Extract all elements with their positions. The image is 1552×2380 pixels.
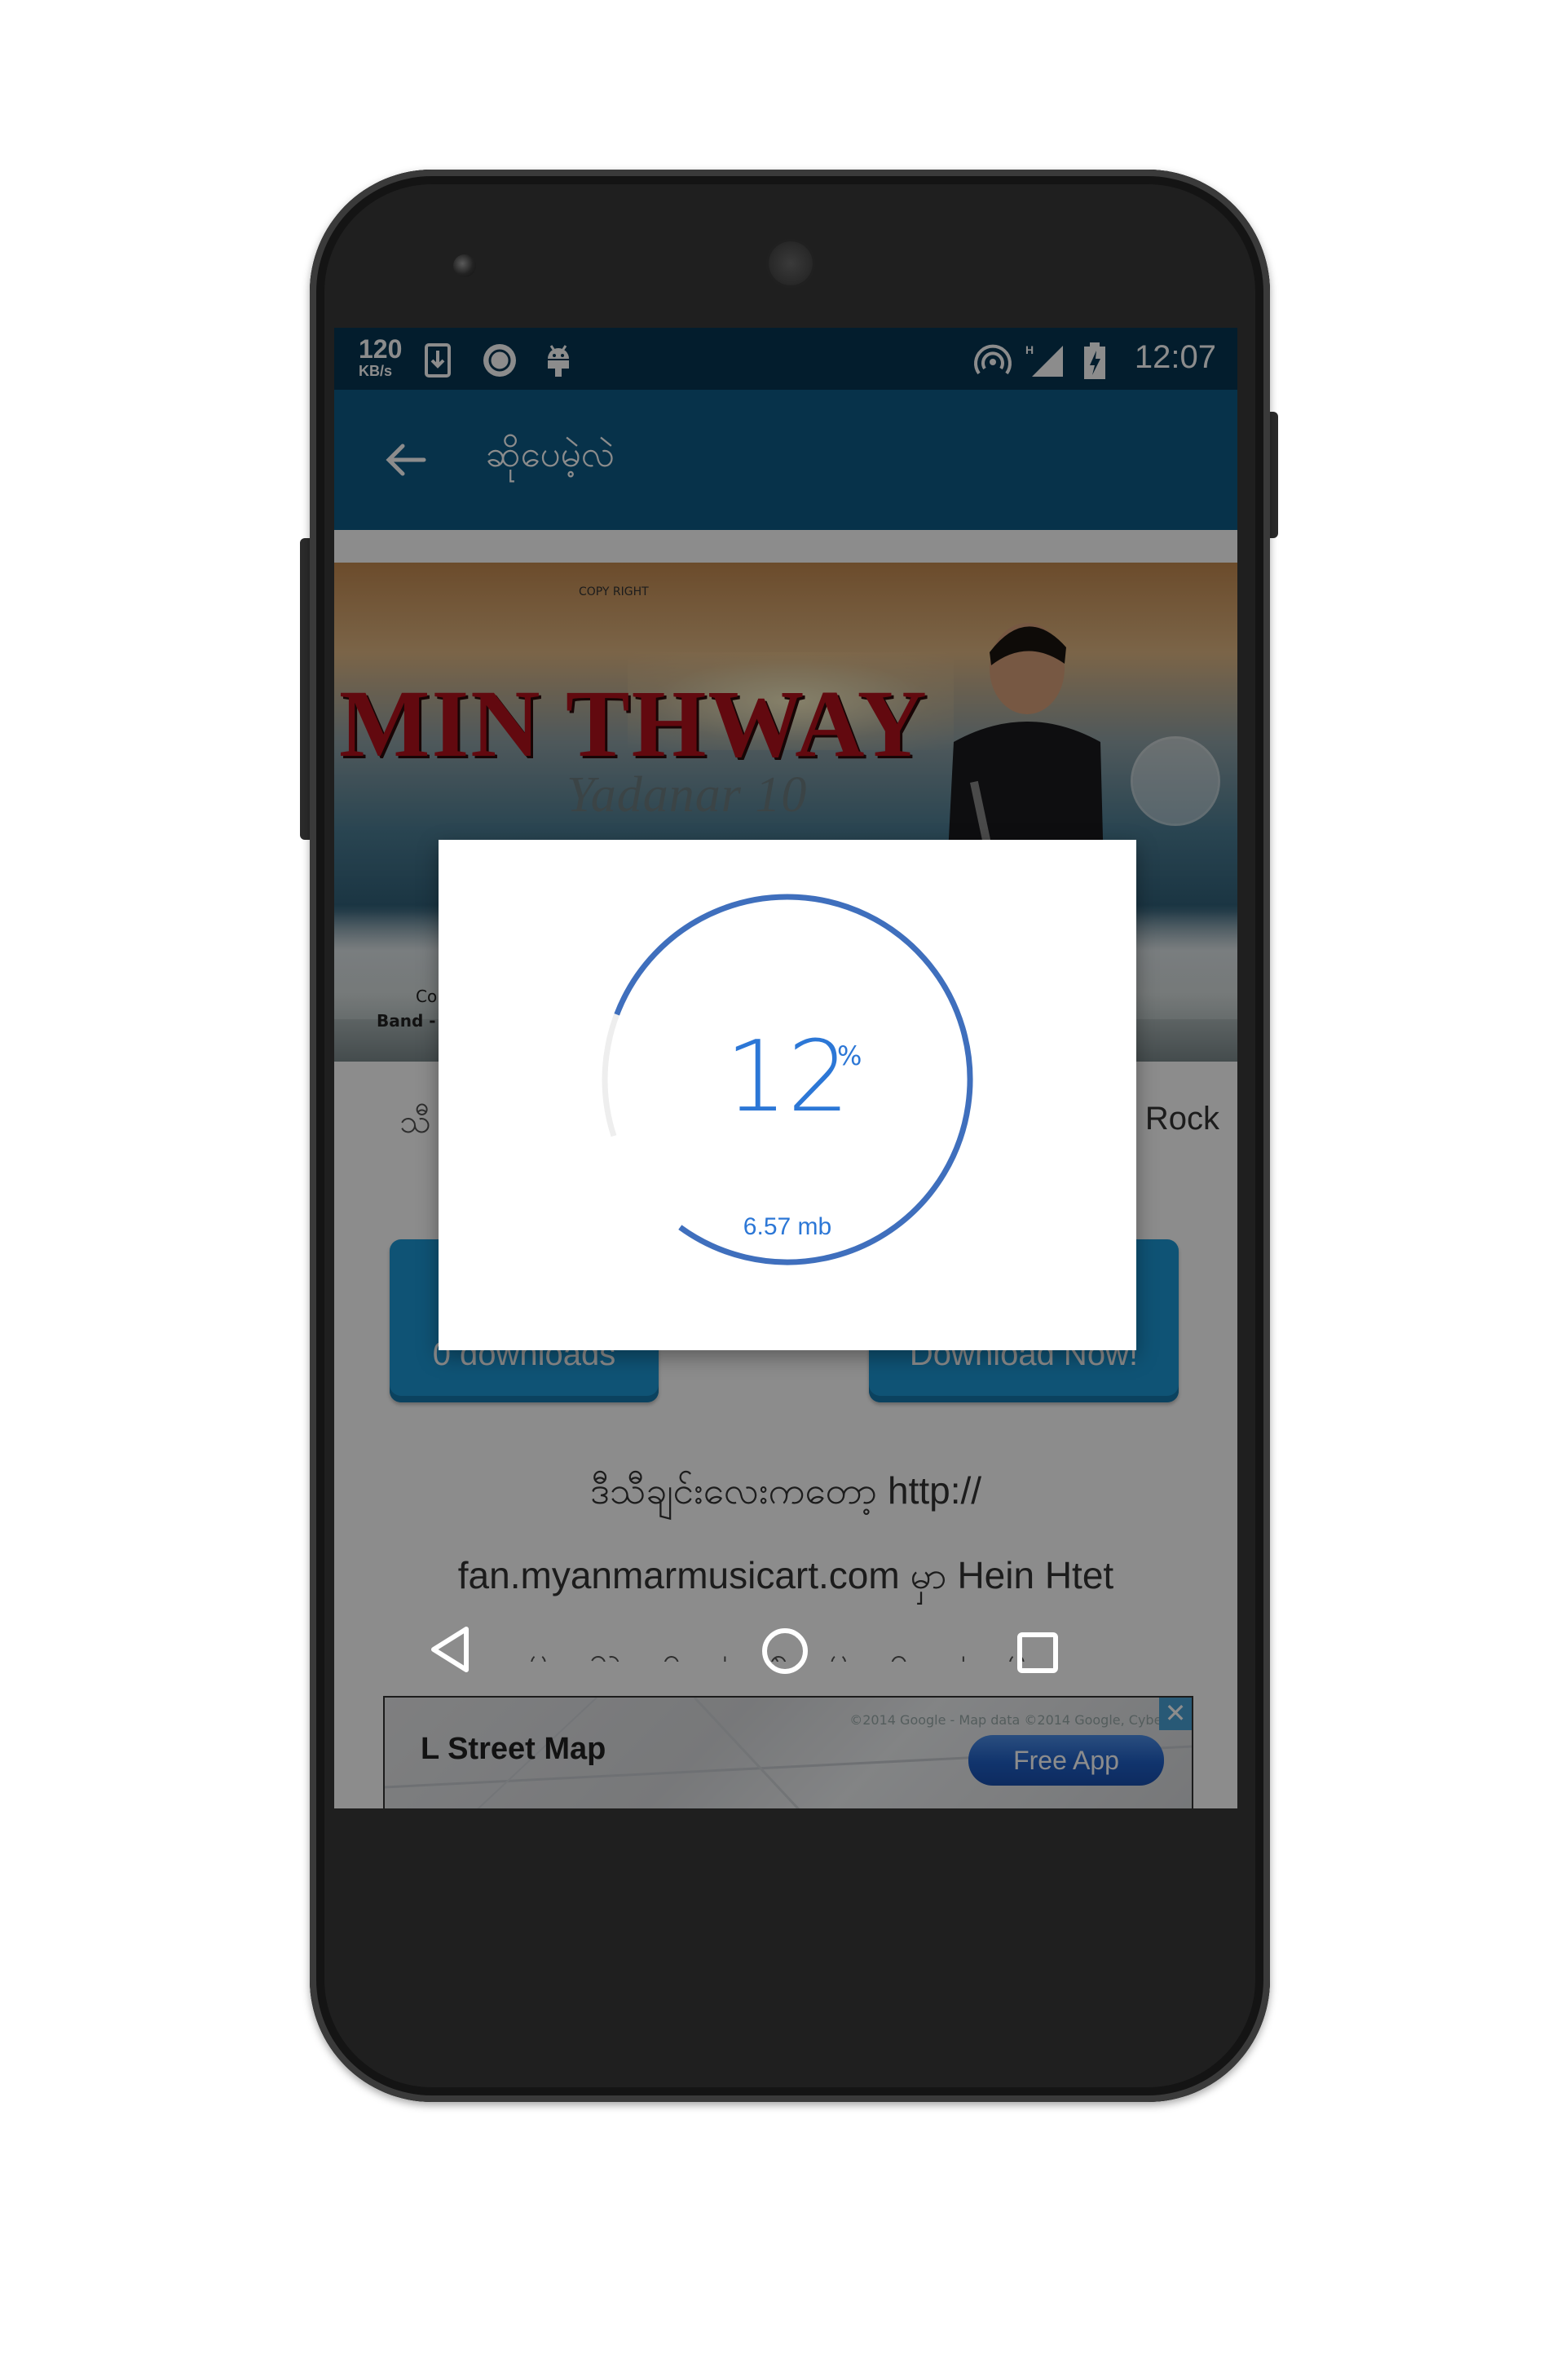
app-bar: ဆိုပေမဲ့လဲ: [334, 390, 1237, 530]
network-speed: 120 KB/s: [359, 336, 402, 378]
ad-map-credit: ©2014 Google - Map data ©2014 Google, Cy…: [849, 1712, 1167, 1728]
back-triangle-icon[interactable]: [422, 1621, 479, 1678]
ad-free-app-button[interactable]: Free App: [968, 1735, 1164, 1786]
download-icon: [425, 343, 451, 378]
banner-title: MIN THWAY: [339, 670, 928, 777]
description-line: fan.myanmarmusicart.com မှာ Hein Htet: [457, 1554, 1114, 1596]
song-meta-left: သီ: [399, 1103, 431, 1141]
hotspot-icon: [974, 344, 1012, 375]
earpiece-speaker: [766, 239, 815, 288]
media-scrubber[interactable]: [1133, 739, 1218, 824]
svg-text:H: H: [1025, 343, 1034, 356]
download-progress-dialog: 12 % 6.57 mb: [439, 840, 1136, 1350]
circle-icon: [483, 344, 516, 377]
banner-copyright: COPY RIGHT: [579, 585, 649, 598]
status-time: 12:07: [1134, 339, 1216, 375]
signal-h-icon: H: [1025, 343, 1063, 377]
close-icon[interactable]: ✕: [1159, 1698, 1192, 1730]
front-camera: [453, 254, 476, 277]
progress-percent: 12: [725, 1021, 850, 1134]
banner-band-text: Band -: [377, 1011, 436, 1031]
song-genre: Rock: [1144, 1101, 1219, 1137]
network-speed-value: 120: [359, 334, 403, 364]
arrow-back-icon[interactable]: [381, 435, 430, 484]
banner-co-text: Co: [416, 987, 438, 1006]
status-bar: 120 KB/s H 12:07: [334, 328, 1237, 390]
description-line: ဒီသီချင်းလေးကတော့ http://: [589, 1469, 982, 1512]
downloaded-size: 6.57 mb: [743, 1213, 832, 1240]
progress-percent-unit: %: [837, 1040, 862, 1071]
banner-subtitle: Yadanar 10: [567, 767, 808, 823]
page-title: ဆိုပေမဲ့လဲ: [486, 434, 615, 475]
ad-title: L Street Map: [421, 1732, 606, 1766]
network-speed-unit: KB/s: [359, 363, 393, 379]
android-icon: [548, 345, 569, 377]
screen: 120 KB/s H 12:07 ဆိုပေမဲ့လဲ COPY RIGHT M…: [334, 328, 1237, 1808]
home-circle-icon[interactable]: [756, 1623, 813, 1680]
battery-charging-icon: [1084, 342, 1105, 379]
recents-square-icon[interactable]: [1009, 1624, 1066, 1681]
ad-banner[interactable]: L Street Map ©2014 Google - Map data ©20…: [383, 1696, 1193, 1808]
